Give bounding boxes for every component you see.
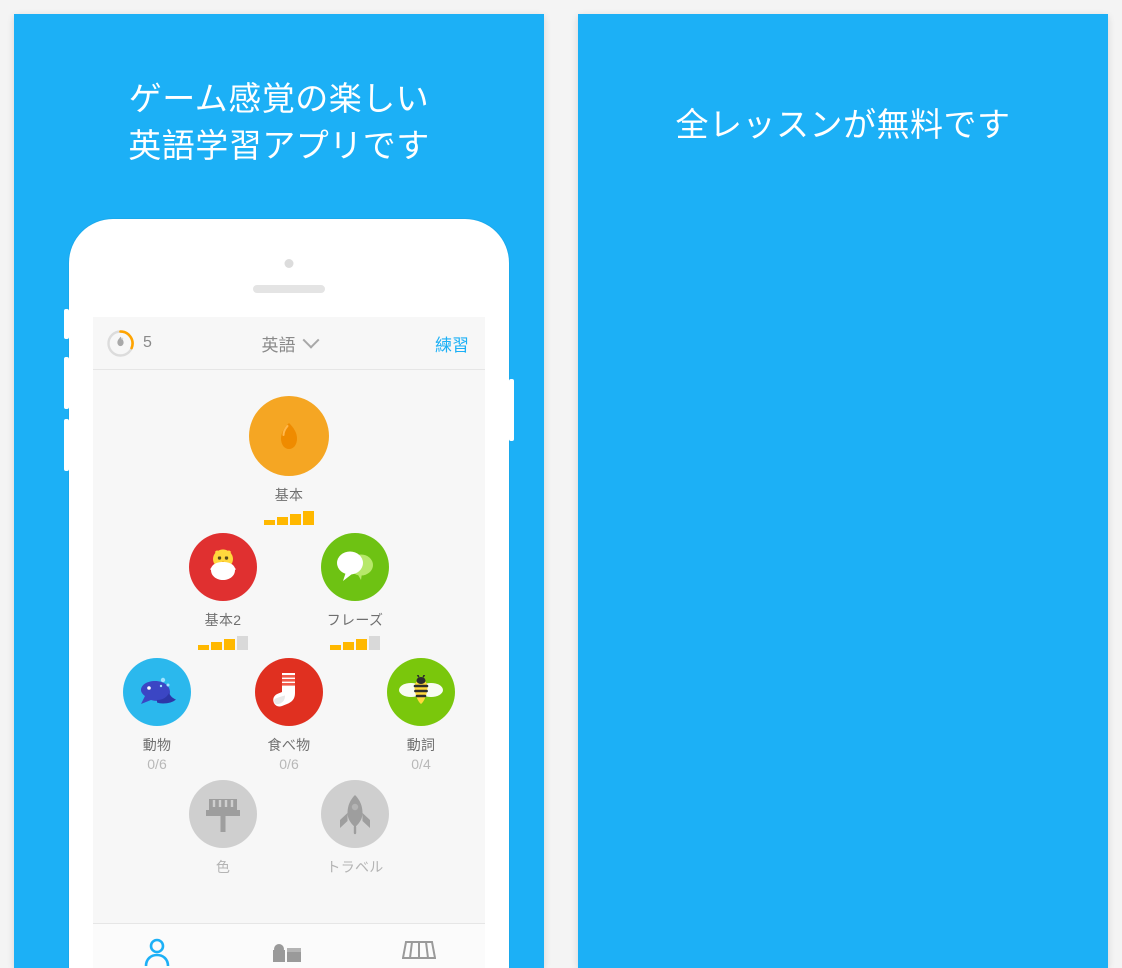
phone-mockup-left: 5 英語 練習 基本 基本2 フレーズ 動物 0/6 食べ物 0/6 動詞 0/… [64, 219, 514, 968]
skill-動詞[interactable]: 動詞 0/4 [373, 658, 469, 772]
promo-panel-left: ゲーム感覚の楽しい 英語学習アプリです 5 英語 練習 基本 基本2 フレーズ … [14, 14, 544, 968]
bottom-navigation [93, 923, 485, 968]
skill-label: 色 [215, 859, 231, 875]
skill-count: 0/4 [411, 756, 431, 772]
progress-segment [224, 639, 235, 650]
egg-icon[interactable] [249, 396, 329, 476]
skill-row: 色 トラベル [93, 780, 485, 877]
skill-食べ物[interactable]: 食べ物 0/6 [241, 658, 337, 772]
app-topbar: 5 英語 練習 [93, 317, 485, 370]
progress-segment [343, 642, 354, 650]
skill-tree: 基本 基本2 フレーズ 動物 0/6 食べ物 0/6 動詞 0/4 色 トラベル [93, 370, 485, 877]
bee-icon[interactable] [387, 658, 455, 726]
language-label: 英語 [261, 335, 296, 355]
earpiece-speaker [253, 285, 325, 293]
promo-panel-right: 全レッスンが無料です [578, 14, 1108, 968]
nav-item-keyboard[interactable] [401, 936, 437, 967]
skill-progress-bars [175, 636, 271, 650]
progress-segment [277, 517, 288, 525]
phone-screen-left: 5 英語 練習 基本 基本2 フレーズ 動物 0/6 食べ物 0/6 動詞 0/… [93, 317, 485, 968]
skill-label: トラベル [326, 859, 384, 875]
skill-動物[interactable]: 動物 0/6 [109, 658, 205, 772]
skill-label: 動物 [142, 737, 172, 753]
front-camera-icon [284, 259, 294, 268]
practice-button[interactable]: 練習 [435, 331, 469, 356]
skill-色[interactable]: 色 [175, 780, 271, 877]
chick-icon[interactable] [189, 533, 257, 601]
skill-基本2[interactable]: 基本2 [175, 533, 271, 650]
sock-icon[interactable] [255, 658, 323, 726]
chevron-down-icon [302, 331, 319, 349]
skill-row: 基本2 フレーズ [93, 533, 485, 650]
skill-progress-bars [307, 636, 403, 650]
progress-segment [198, 645, 209, 650]
progress-segment [330, 645, 341, 650]
nav-item-profile[interactable] [142, 936, 172, 968]
skill-フレーズ[interactable]: フレーズ [307, 533, 403, 650]
skill-row: 基本 [93, 396, 485, 525]
speech-bubbles-icon[interactable] [321, 533, 389, 601]
phone-silent-switch [64, 309, 69, 339]
skill-progress-bars [241, 511, 337, 525]
keyboard-icon [401, 941, 437, 959]
progress-segment [369, 636, 380, 650]
panel-headline-right: 全レッスンが無料です [675, 106, 1011, 143]
phone-volume-down-button [64, 419, 69, 471]
screenshot-stage: ゲーム感覚の楽しい 英語学習アプリです 5 英語 練習 基本 基本2 フレーズ … [0, 0, 1122, 968]
phone-volume-up-button [64, 357, 69, 409]
skill-count: 0/6 [147, 756, 167, 772]
profile-person-icon [144, 938, 170, 967]
skill-トラベル[interactable]: トラベル [307, 780, 403, 877]
skill-基本[interactable]: 基本 [241, 396, 337, 525]
skill-row: 動物 0/6 食べ物 0/6 動詞 0/4 [93, 658, 485, 772]
progress-segment [303, 511, 314, 525]
skill-label: 基本2 [204, 612, 242, 628]
paintbrush-icon[interactable] [189, 780, 257, 848]
skill-label: フレーズ [326, 612, 384, 628]
progress-segment [356, 639, 367, 650]
skill-label: 食べ物 [267, 737, 311, 753]
phone-power-button [509, 379, 514, 441]
progress-segment [237, 636, 248, 650]
skill-label: 動詞 [406, 737, 436, 753]
flame-streak-icon [107, 329, 134, 357]
progress-segment [290, 514, 301, 525]
streak-indicator[interactable]: 5 [107, 329, 152, 357]
panel-headline-left: ゲーム感覚の楽しい 英語学習アプリです [128, 80, 430, 164]
store-shop-icon [273, 944, 301, 962]
rocket-icon[interactable] [321, 780, 389, 848]
whale-icon[interactable] [123, 658, 191, 726]
streak-count: 5 [143, 334, 152, 351]
progress-segment [211, 642, 222, 650]
skill-label: 基本 [274, 487, 304, 503]
progress-segment [264, 520, 275, 525]
nav-item-store[interactable] [270, 936, 304, 968]
skill-count: 0/6 [279, 756, 299, 772]
